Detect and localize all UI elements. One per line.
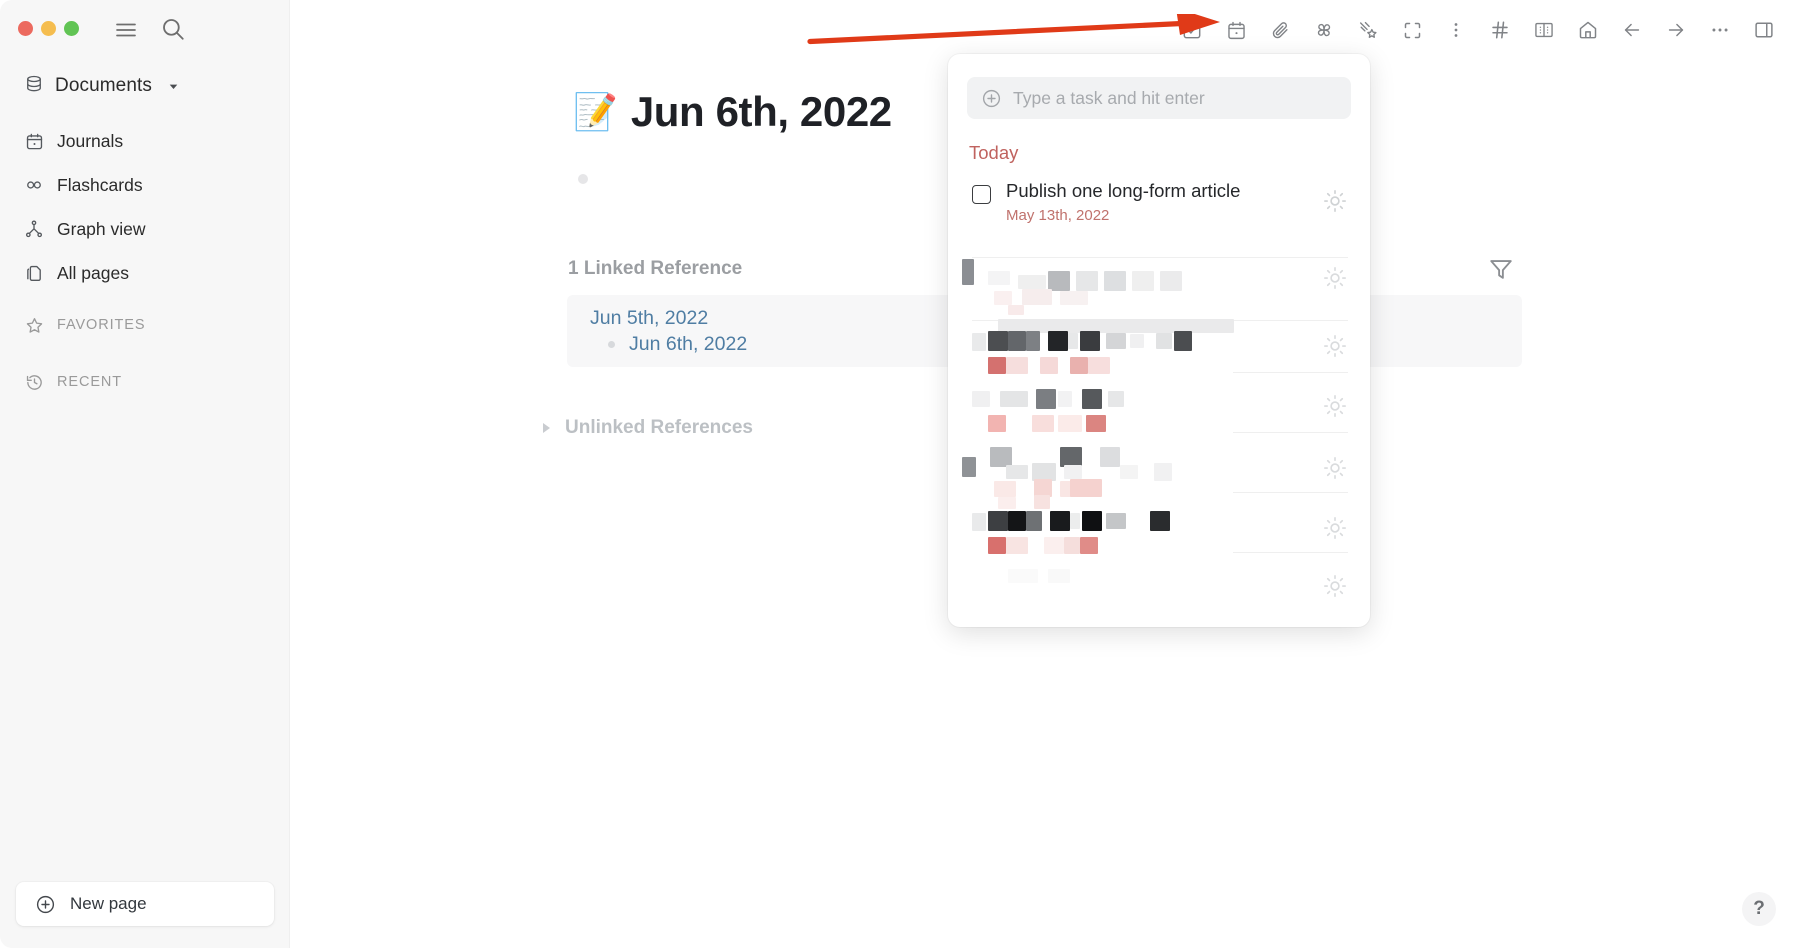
infinity-icon: [24, 175, 44, 195]
unlinked-references-toggle[interactable]: Unlinked References: [543, 417, 753, 439]
star-icon: [24, 315, 44, 335]
calendar-icon: [24, 131, 44, 151]
arrow-right-icon[interactable]: [1654, 12, 1698, 48]
sidebar-section-recent[interactable]: RECENT: [18, 367, 128, 397]
sidebar-item-label: All pages: [57, 262, 129, 283]
sidebar-item-label: Flashcards: [57, 174, 143, 195]
task-row[interactable]: [948, 319, 1370, 377]
new-page-label: New page: [70, 894, 147, 913]
question-mark-icon: ?: [1753, 898, 1765, 919]
sidebar-item-flashcards[interactable]: Flashcards: [18, 168, 268, 202]
linked-references-heading: 1 Linked Reference: [568, 258, 743, 279]
notepad-icon: 📝: [573, 91, 618, 132]
sun-icon[interactable]: [1322, 265, 1348, 291]
pinwheel-icon[interactable]: [1302, 12, 1346, 48]
window-controls: [18, 21, 79, 36]
ellipsis-icon[interactable]: [1698, 12, 1742, 48]
pages-icon: [24, 263, 44, 283]
task-row[interactable]: [948, 249, 1370, 333]
zoom-button[interactable]: [64, 21, 79, 36]
task-input[interactable]: [1013, 87, 1323, 109]
sun-icon[interactable]: [1322, 515, 1348, 541]
home-icon[interactable]: [1566, 12, 1610, 48]
task-input-container[interactable]: [967, 77, 1351, 119]
bullet-icon: [608, 341, 615, 348]
page-title-text: Jun 6th, 2022: [630, 88, 892, 135]
task-row[interactable]: [948, 499, 1370, 561]
paperclip-icon[interactable]: [1258, 12, 1302, 48]
close-button[interactable]: [18, 21, 33, 36]
minimize-button[interactable]: [41, 21, 56, 36]
task-row[interactable]: [948, 379, 1370, 437]
sidebar-item-all-pages[interactable]: All pages: [18, 256, 268, 290]
reference-child-link[interactable]: Jun 6th, 2022: [629, 333, 747, 356]
task-checkbox[interactable]: [972, 185, 991, 204]
clock-icon: [24, 372, 44, 392]
unlinked-references-heading: Unlinked References: [565, 417, 753, 438]
reference-child-row: Jun 6th, 2022: [608, 333, 747, 356]
new-page-button[interactable]: New page: [16, 882, 274, 926]
sidebar-item-graph-view[interactable]: Graph view: [18, 212, 268, 246]
task-popup-panel: Today Publish one long-form article May …: [948, 54, 1370, 627]
sun-icon[interactable]: [1322, 393, 1348, 419]
search-icon[interactable]: [160, 16, 186, 42]
filter-icon[interactable]: [1487, 255, 1517, 285]
book-icon[interactable]: [1522, 12, 1566, 48]
sidebar-item-label: Graph view: [57, 218, 146, 239]
sidebar-item-journals[interactable]: Journals: [18, 124, 268, 158]
database-icon: [24, 74, 44, 99]
fullscreen-icon[interactable]: [1390, 12, 1434, 48]
hamburger-icon[interactable]: [114, 18, 138, 42]
reference-parent-link[interactable]: Jun 5th, 2022: [590, 307, 708, 330]
sidebar-section-label: RECENT: [57, 374, 123, 390]
chevron-right-icon: [543, 423, 550, 433]
sun-icon[interactable]: [1322, 455, 1348, 481]
task-title: Publish one long-form article: [1006, 180, 1241, 201]
sidebar: Documents Journals Flashcards Graph view…: [0, 0, 290, 948]
graph-icon: [24, 219, 44, 239]
task-date: May 13th, 2022: [1006, 207, 1110, 224]
app-window: Documents Journals Flashcards Graph view…: [0, 0, 1800, 948]
empty-block-bullet[interactable]: [578, 174, 588, 184]
page-title: 📝 Jun 6th, 2022: [573, 88, 892, 136]
shooting-star-icon[interactable]: [1346, 12, 1390, 48]
sidebar-section-label: FAVORITES: [57, 317, 146, 333]
plus-circle-icon[interactable]: [981, 88, 1002, 109]
sidebar-item-label: Journals: [57, 130, 124, 151]
sun-icon[interactable]: [1322, 188, 1348, 214]
right-sidebar-icon[interactable]: [1742, 12, 1786, 48]
hash-icon[interactable]: [1478, 12, 1522, 48]
task-row[interactable]: Publish one long-form article May 13th, …: [948, 174, 1370, 236]
calendar-icon[interactable]: [1214, 12, 1258, 48]
sidebar-section-favorites[interactable]: FAVORITES: [18, 310, 151, 340]
top-toolbar: [1170, 12, 1786, 48]
task-group-label: Today: [969, 142, 1019, 163]
help-button[interactable]: ?: [1742, 892, 1776, 926]
sun-icon[interactable]: [1322, 573, 1348, 599]
chevron-down-icon[interactable]: [167, 80, 180, 93]
workspace-switcher[interactable]: Documents: [18, 70, 186, 102]
arrow-left-icon[interactable]: [1610, 12, 1654, 48]
plus-circle-icon: [35, 894, 56, 915]
task-row[interactable]: [948, 439, 1370, 509]
todo-check-icon[interactable]: [1170, 12, 1214, 48]
kebab-menu-icon[interactable]: [1434, 12, 1478, 48]
sun-icon[interactable]: [1322, 333, 1348, 359]
workspace-label: Documents: [55, 75, 152, 96]
task-row[interactable]: [948, 559, 1370, 621]
